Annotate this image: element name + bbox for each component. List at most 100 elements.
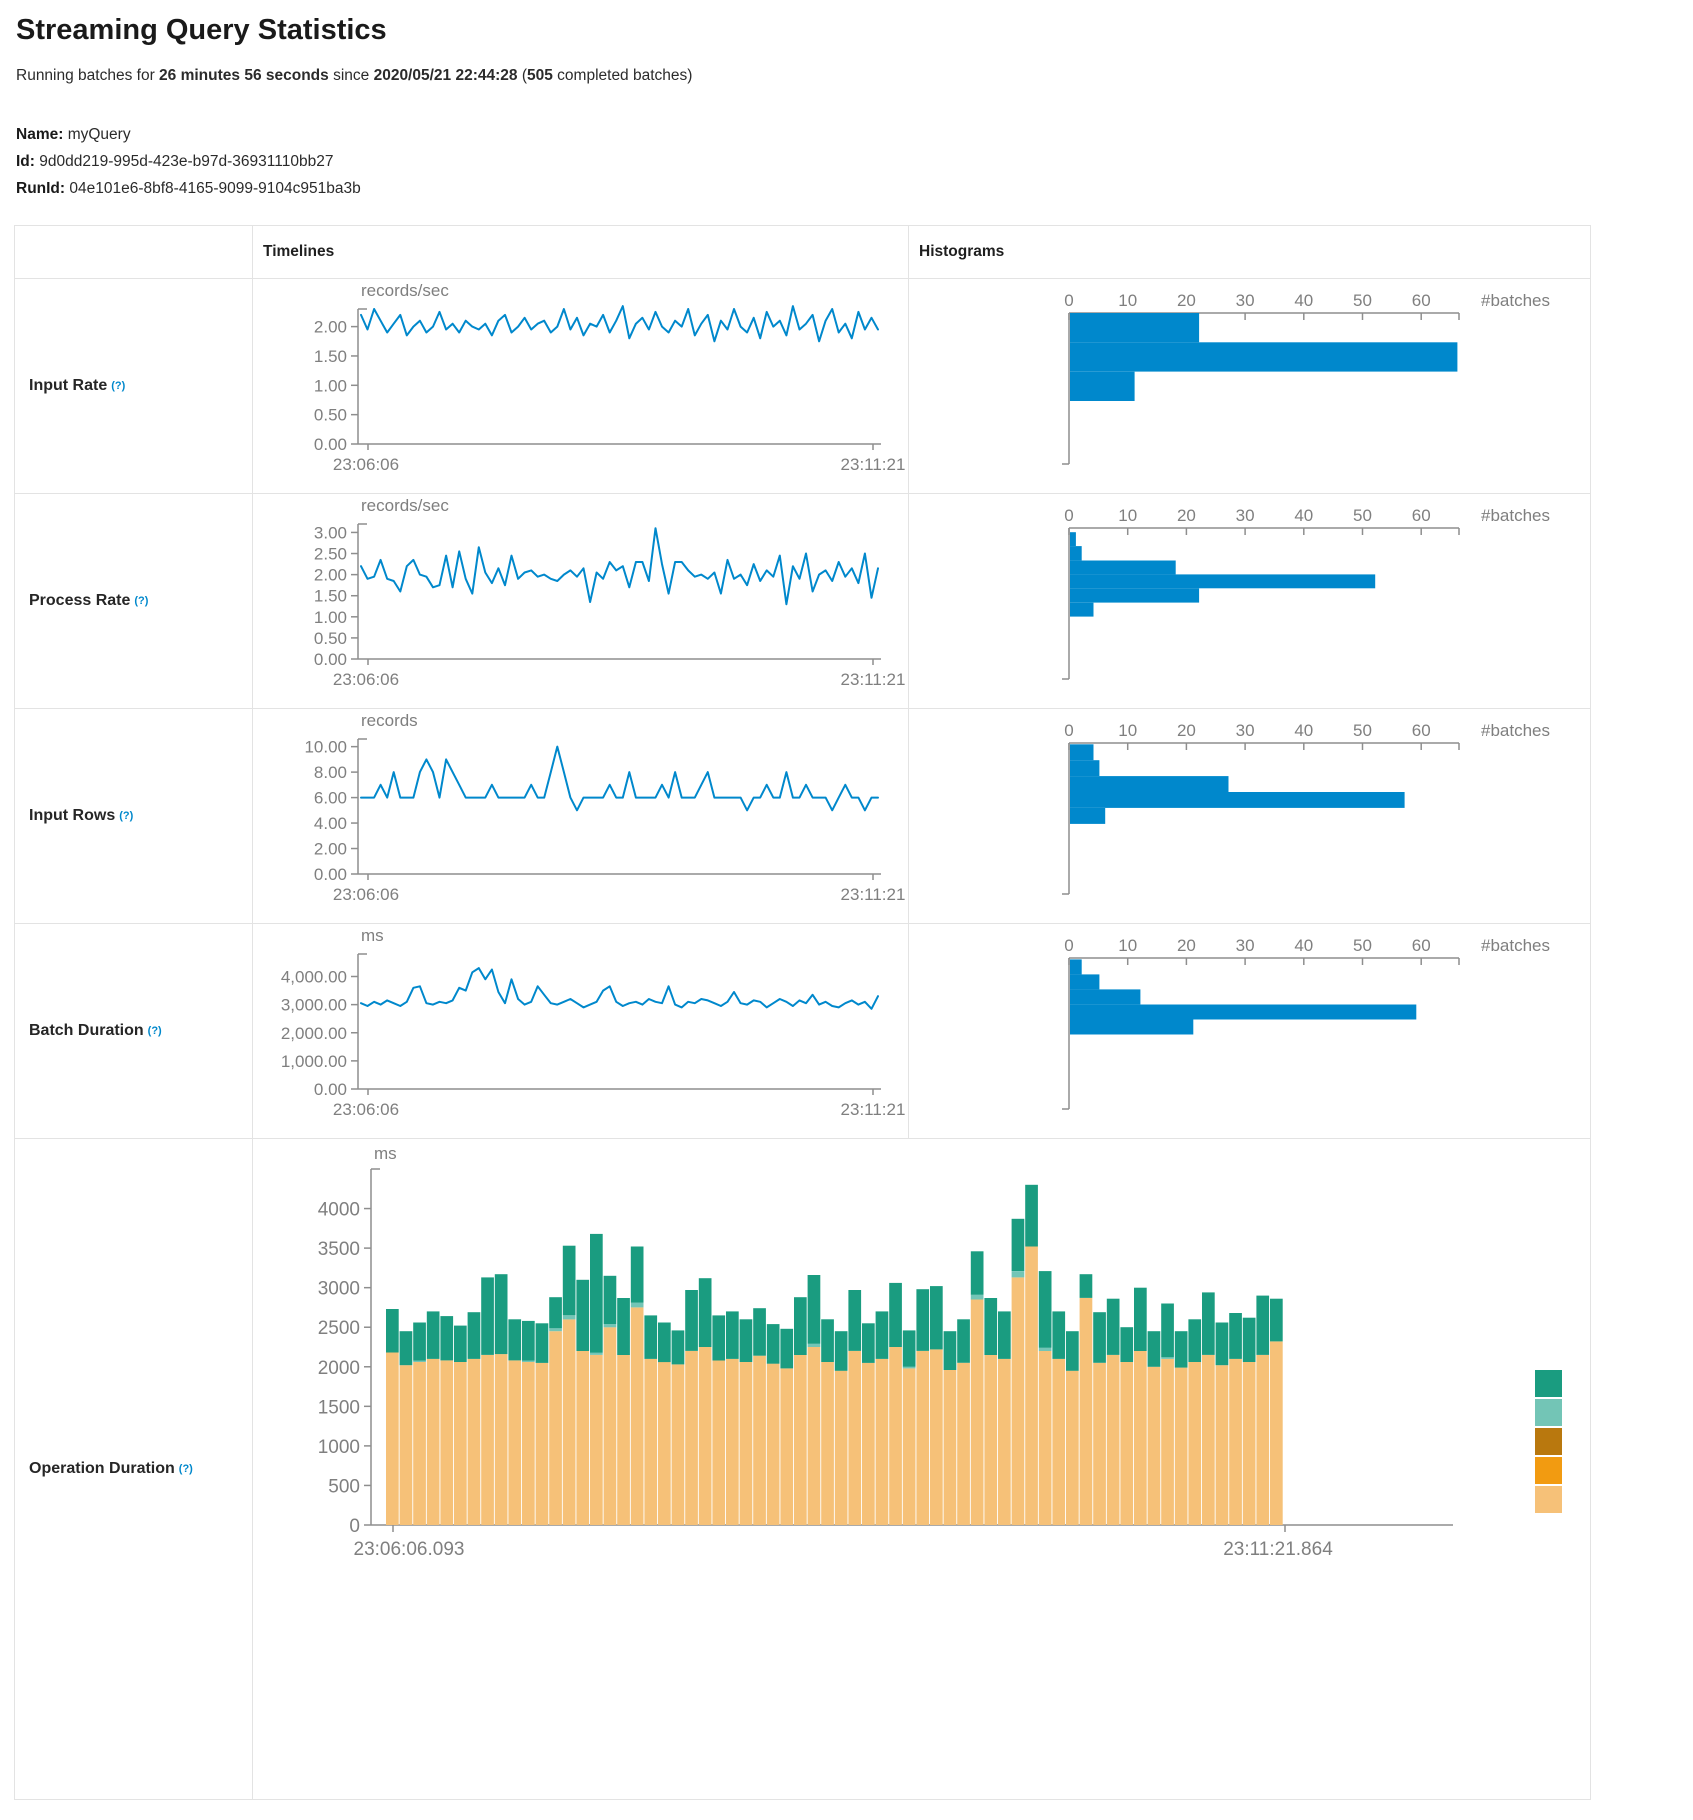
query-id-line: Id: 9d0dd219-995d-423e-b97d-36931110bb27 (16, 148, 1677, 175)
svg-text:23:11:21: 23:11:21 (841, 455, 906, 474)
legend-swatch-orange (1535, 1457, 1562, 1484)
svg-text:23:06:06: 23:06:06 (333, 885, 399, 904)
query-id-value: 9d0dd219-995d-423e-b97d-36931110bb27 (39, 153, 333, 170)
svg-text:30: 30 (1236, 506, 1255, 525)
query-name-value: myQuery (68, 126, 131, 143)
svg-text:10.00: 10.00 (304, 738, 347, 757)
svg-text:0: 0 (349, 1516, 360, 1537)
operation-duration-help-icon[interactable]: (?) (179, 1463, 193, 1475)
process-rate-timeline-chart: records/sec3.002.502.001.501.000.500.002… (253, 494, 909, 708)
operation-duration-label: Operation Duration (29, 1460, 175, 1478)
svg-text:4000: 4000 (318, 1200, 360, 1221)
svg-text:23:06:06: 23:06:06 (333, 1100, 399, 1119)
svg-text:0: 0 (1064, 291, 1073, 310)
input-rows-histogram-chart: 0102030405060#batches (909, 709, 1591, 923)
table-header-row: Timelines Histograms (15, 226, 1590, 278)
svg-text:40: 40 (1294, 936, 1313, 955)
svg-text:0: 0 (1064, 721, 1073, 740)
batch-duration-histogram-chart: 0102030405060#batches (909, 924, 1591, 1138)
svg-text:0.00: 0.00 (314, 435, 347, 454)
statistics-table: Timelines Histograms Input Rate(?) recor… (14, 225, 1591, 1800)
process-rate-help-icon[interactable]: (?) (134, 595, 148, 607)
svg-text:60: 60 (1412, 721, 1431, 740)
svg-text:60: 60 (1412, 506, 1431, 525)
svg-text:20: 20 (1177, 721, 1196, 740)
svg-text:2.00: 2.00 (314, 318, 347, 337)
svg-text:2.50: 2.50 (314, 545, 347, 564)
batch-duration-label: Batch Duration (29, 1022, 144, 1040)
svg-text:50: 50 (1353, 936, 1372, 955)
svg-text:60: 60 (1412, 291, 1431, 310)
svg-text:#batches: #batches (1481, 506, 1550, 525)
svg-text:#batches: #batches (1481, 291, 1550, 310)
svg-text:ms: ms (361, 926, 384, 945)
operation-duration-row: Operation Duration(?) ms4000350030002500… (15, 1138, 1590, 1799)
svg-text:40: 40 (1294, 291, 1313, 310)
svg-text:10: 10 (1118, 936, 1137, 955)
operation-duration-stacked-chart: ms4000350030002500200015001000500023:06:… (253, 1139, 1591, 1799)
svg-text:1.00: 1.00 (314, 376, 347, 395)
svg-text:1.50: 1.50 (314, 587, 347, 606)
input-rows-row: Input Rows(?) records10.008.006.004.002.… (15, 708, 1590, 923)
page-title: Streaming Query Statistics (16, 14, 1677, 47)
svg-text:23:11:21: 23:11:21 (841, 885, 906, 904)
svg-text:2,000.00: 2,000.00 (281, 1024, 347, 1043)
svg-text:1500: 1500 (318, 1397, 360, 1418)
svg-text:23:11:21: 23:11:21 (841, 670, 906, 689)
svg-text:20: 20 (1177, 506, 1196, 525)
svg-text:6.00: 6.00 (314, 789, 347, 808)
legend-swatch-tan (1535, 1486, 1562, 1513)
svg-text:1000: 1000 (318, 1437, 360, 1458)
svg-text:0: 0 (1064, 936, 1073, 955)
page-header: Streaming Query Statistics Running batch… (16, 0, 1677, 202)
svg-text:2.00: 2.00 (314, 566, 347, 585)
svg-text:1.00: 1.00 (314, 608, 347, 627)
running-duration: 26 minutes 56 seconds (159, 67, 329, 84)
completed-batches-count: 505 (527, 67, 553, 84)
svg-text:#batches: #batches (1481, 936, 1550, 955)
query-meta: Name: myQuery Id: 9d0dd219-995d-423e-b97… (16, 121, 1677, 202)
batch-duration-timeline-chart: ms4,000.003,000.002,000.001,000.000.0023… (253, 924, 909, 1138)
svg-text:2000: 2000 (318, 1358, 360, 1379)
svg-text:50: 50 (1353, 721, 1372, 740)
svg-text:50: 50 (1353, 291, 1372, 310)
batch-duration-row: Batch Duration(?) ms4,000.003,000.002,00… (15, 923, 1590, 1138)
query-runid-line: RunId: 04e101e6-8bf8-4165-9099-9104c951b… (16, 175, 1677, 202)
running-batches-summary: Running batches for 26 minutes 56 second… (16, 67, 1677, 85)
svg-text:23:06:06.093: 23:06:06.093 (354, 1539, 465, 1560)
input-rate-histogram-chart: 0102030405060#batches (909, 279, 1591, 493)
svg-text:2.00: 2.00 (314, 840, 347, 859)
start-timestamp: 2020/05/21 22:44:28 (374, 67, 518, 84)
histograms-column-header: Histograms (909, 226, 1590, 278)
svg-text:10: 10 (1118, 721, 1137, 740)
svg-text:0.00: 0.00 (314, 650, 347, 669)
input-rate-help-icon[interactable]: (?) (111, 380, 125, 392)
batch-duration-help-icon[interactable]: (?) (148, 1025, 162, 1037)
input-rows-timeline-chart: records10.008.006.004.002.000.0023:06:06… (253, 709, 909, 923)
svg-text:10: 10 (1118, 506, 1137, 525)
legend-swatch-dark-amber (1535, 1428, 1562, 1455)
input-rows-help-icon[interactable]: (?) (119, 810, 133, 822)
svg-text:23:06:06: 23:06:06 (333, 670, 399, 689)
svg-text:30: 30 (1236, 291, 1255, 310)
input-rate-row: Input Rate(?) records/sec2.001.501.000.5… (15, 278, 1590, 493)
input-rows-label: Input Rows (29, 807, 115, 825)
svg-text:#batches: #batches (1481, 721, 1550, 740)
svg-text:1.50: 1.50 (314, 347, 347, 366)
svg-text:0.50: 0.50 (314, 629, 347, 648)
svg-text:23:11:21.864: 23:11:21.864 (1223, 1539, 1333, 1560)
svg-text:3500: 3500 (318, 1239, 360, 1260)
svg-text:23:11:21: 23:11:21 (841, 1100, 906, 1119)
svg-text:3,000.00: 3,000.00 (281, 996, 347, 1015)
svg-text:records/sec: records/sec (361, 496, 449, 515)
svg-text:30: 30 (1236, 721, 1255, 740)
svg-text:1,000.00: 1,000.00 (281, 1052, 347, 1071)
legend-swatch-teal (1535, 1370, 1562, 1397)
svg-text:records: records (361, 711, 418, 730)
timelines-column-header: Timelines (253, 226, 909, 278)
svg-text:50: 50 (1353, 506, 1372, 525)
svg-text:0.00: 0.00 (314, 1080, 347, 1099)
svg-text:2500: 2500 (318, 1318, 360, 1339)
input-rate-timeline-chart: records/sec2.001.501.000.500.0023:06:062… (253, 279, 909, 493)
svg-text:ms: ms (374, 1144, 397, 1163)
